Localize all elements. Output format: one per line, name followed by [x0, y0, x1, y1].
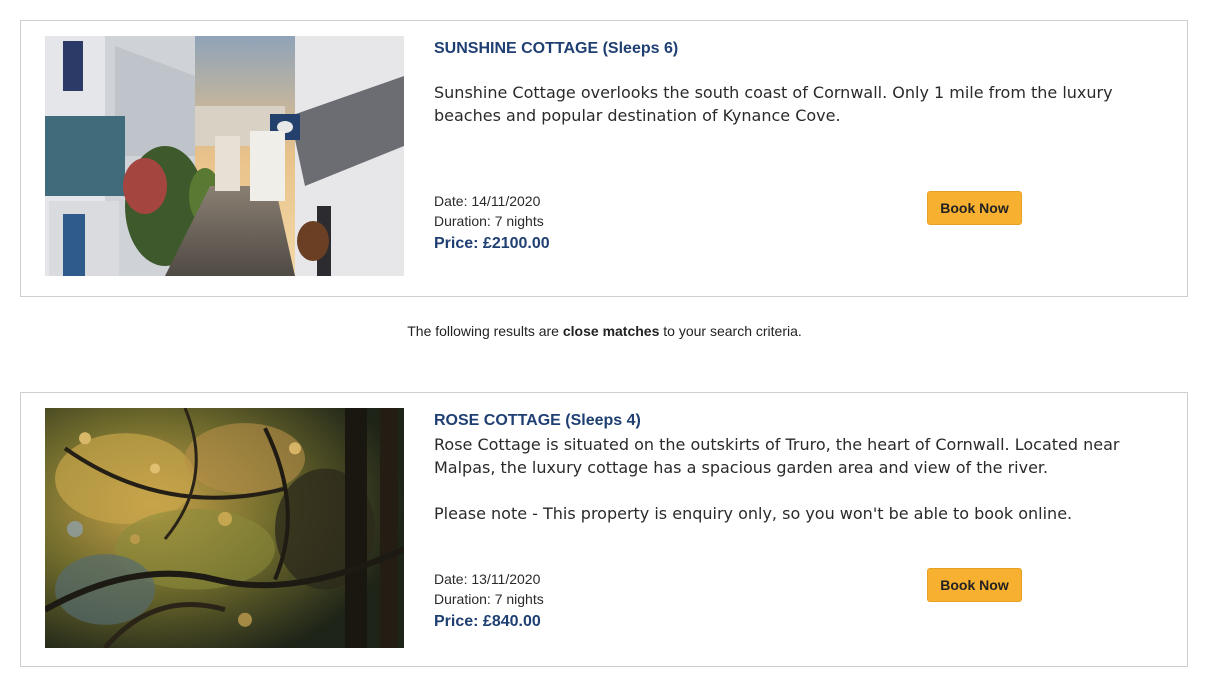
cottage-photo[interactable]	[45, 36, 404, 276]
book-now-button[interactable]: Book Now	[927, 568, 1022, 602]
notice-text-after: to your search criteria.	[659, 323, 802, 339]
booking-details: Date: 13/11/2020 Duration: 7 nights Pric…	[434, 569, 544, 634]
cottage-photo[interactable]	[45, 408, 404, 648]
forest-photo-icon	[45, 408, 404, 648]
close-matches-notice: The following results are close matches …	[0, 323, 1209, 339]
book-now-button[interactable]: Book Now	[927, 191, 1022, 225]
cottage-description: Rose Cottage is situated on the outskirt…	[434, 433, 1154, 525]
description-paragraph: Rose Cottage is situated on the outskirt…	[434, 435, 1120, 477]
duration-text: Duration: 7 nights	[434, 591, 544, 607]
duration-text: Duration: 7 nights	[434, 213, 544, 229]
description-paragraph: Sunshine Cottage overlooks the south coa…	[434, 83, 1113, 125]
enquiry-note: Please note - This property is enquiry o…	[434, 504, 1073, 523]
result-card: ROSE COTTAGE (Sleeps 4) Rose Cottage is …	[20, 392, 1188, 667]
cottage-description: Sunshine Cottage overlooks the south coa…	[434, 81, 1154, 127]
price-text: Price: £2100.00	[434, 235, 550, 252]
notice-text-before: The following results are	[407, 323, 563, 339]
price-text: Price: £840.00	[434, 613, 541, 630]
date-text: Date: 13/11/2020	[434, 571, 541, 587]
cottage-title[interactable]: ROSE COTTAGE (Sleeps 4)	[434, 412, 641, 430]
cottage-title[interactable]: SUNSHINE COTTAGE (Sleeps 6)	[434, 40, 678, 58]
notice-text-bold: close matches	[562, 323, 660, 339]
date-text: Date: 14/11/2020	[434, 193, 541, 209]
street-photo-icon	[45, 36, 404, 276]
result-card: SUNSHINE COTTAGE (Sleeps 6) Sunshine Cot…	[20, 20, 1188, 297]
booking-details: Date: 14/11/2020 Duration: 7 nights Pric…	[434, 191, 550, 256]
